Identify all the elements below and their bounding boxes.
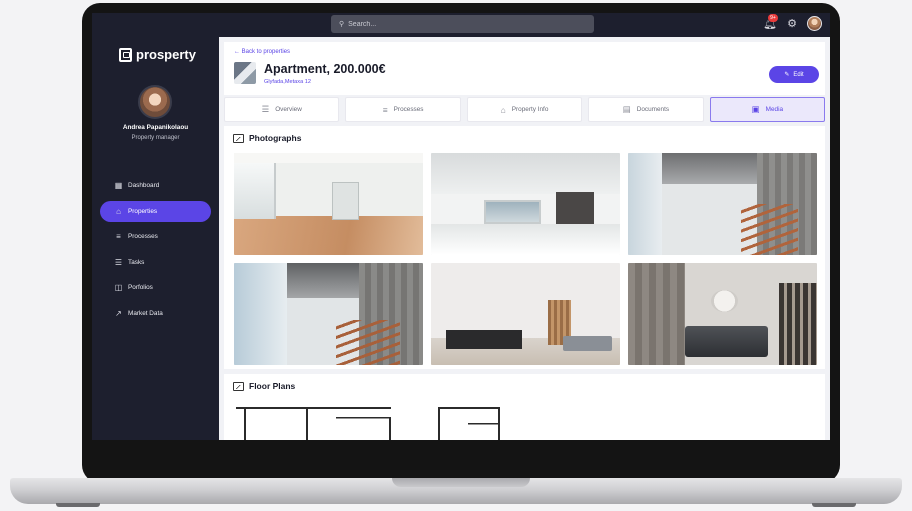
- home-icon: ⌂: [116, 206, 121, 216]
- tab-documents[interactable]: ▤ Documents: [588, 97, 704, 122]
- avatar[interactable]: [807, 16, 822, 31]
- section-title: Photographs: [233, 133, 301, 143]
- page-title: Apartment, 200.000€: [264, 62, 386, 76]
- photographs-title: Photographs: [249, 133, 302, 143]
- property-tabs: ☰ Overview ≡ Processes ⌂ Property Info ▤…: [224, 97, 826, 122]
- tab-processes[interactable]: ≡ Processes: [345, 97, 461, 122]
- sidebar-item-processes[interactable]: ≡ Processes: [100, 226, 211, 247]
- house-icon: ⌂: [500, 104, 506, 115]
- tab-label: Overview: [275, 106, 302, 113]
- back-link-label: Back to properties: [241, 49, 291, 55]
- pencil-icon: ✎: [784, 72, 790, 78]
- property-photo[interactable]: [431, 153, 620, 255]
- grid-icon: ▦: [114, 181, 123, 190]
- sidebar-item-market-data[interactable]: ↗ Market Data: [100, 303, 211, 324]
- profile-name: Andrea Papanikolaou: [122, 124, 189, 131]
- search-icon: ⚲: [339, 21, 345, 28]
- tab-label: Documents: [636, 106, 670, 113]
- tab-media[interactable]: ▣ Media: [709, 97, 826, 122]
- property-photo[interactable]: [628, 263, 817, 365]
- property-photo[interactable]: [234, 263, 423, 365]
- profile-role: Property manager: [131, 135, 180, 141]
- arrow-left-icon: ←: [234, 49, 240, 55]
- sidebar-item-label: Properties: [128, 207, 158, 215]
- floor-plans-title: Floor Plans: [249, 381, 296, 391]
- sidebar-nav: ▦ Dashboard ⌂ Properties ≡ Processes ☰ T…: [100, 175, 211, 328]
- list-icon: ☰: [261, 104, 270, 114]
- sidebar-item-label: Processes: [128, 233, 158, 240]
- tab-label: Property Info: [511, 106, 549, 113]
- sidebar-item-label: Porfolios: [128, 284, 153, 291]
- sidebar: prosperty Andrea Papanikolaou Property m…: [92, 37, 219, 440]
- floor-plan-icon: [233, 381, 244, 391]
- image-icon: [233, 133, 244, 143]
- tab-overview[interactable]: ☰ Overview: [224, 97, 340, 122]
- property-header: ← Back to properties Apartment, 200.000€…: [224, 42, 825, 95]
- tab-property-info[interactable]: ⌂ Property Info: [466, 97, 583, 122]
- edit-button-label: Edit: [793, 71, 804, 78]
- section-title: Floor Plans: [233, 381, 295, 391]
- floor-plan-image[interactable]: [236, 407, 391, 440]
- processes-icon: ≡: [116, 232, 121, 241]
- edit-button[interactable]: ✎ Edit: [769, 66, 819, 83]
- tab-label: Processes: [393, 106, 424, 113]
- notification-badge: 9+: [768, 14, 778, 22]
- gear-icon[interactable]: ⚙: [787, 17, 797, 30]
- property-photo[interactable]: [431, 263, 620, 365]
- photographs-section: Photographs: [224, 126, 825, 369]
- brand-name: prosperty: [136, 47, 196, 62]
- document-icon: ▤: [622, 104, 631, 114]
- sidebar-item-portfolios[interactable]: ◫ Porfolios: [100, 277, 211, 298]
- property-photo[interactable]: [628, 153, 817, 255]
- property-thumbnail: [234, 62, 256, 84]
- top-bar: ⚲ 🔔︎ 9+ ⚙: [92, 13, 830, 37]
- notifications-button[interactable]: 🔔︎ 9+: [763, 14, 778, 30]
- list-icon: ☰: [114, 257, 123, 267]
- sidebar-item-label: Dashboard: [128, 182, 160, 189]
- portfolio-icon: ◫: [114, 283, 123, 292]
- floor-plan-image[interactable]: [438, 407, 500, 440]
- back-link[interactable]: ← Back to properties: [234, 49, 290, 55]
- laptop-foot: [812, 503, 856, 507]
- search-box[interactable]: ⚲: [331, 15, 594, 33]
- property-photo[interactable]: [234, 153, 423, 255]
- laptop-notch: [392, 478, 530, 487]
- floor-plans-section: Floor Plans: [224, 374, 825, 440]
- sidebar-item-properties[interactable]: ⌂ Properties: [100, 200, 211, 222]
- laptop-foot: [56, 503, 100, 507]
- processes-icon: ≡: [382, 104, 388, 115]
- profile-avatar: [138, 85, 172, 119]
- sidebar-item-label: Market Data: [128, 309, 163, 317]
- top-icons: 🔔︎ 9+ ⚙: [763, 14, 822, 31]
- sidebar-item-dashboard[interactable]: ▦ Dashboard: [100, 175, 211, 196]
- property-address: Glyfada,Metaxa 12: [264, 79, 311, 85]
- tab-label: Media: [765, 106, 784, 113]
- trend-icon: ↗: [115, 308, 122, 318]
- logo-icon: [119, 47, 132, 62]
- main-content: ← Back to properties Apartment, 200.000€…: [219, 37, 830, 440]
- brand-logo[interactable]: prosperty: [119, 47, 196, 62]
- image-icon: ▣: [751, 104, 760, 114]
- photo-grid: [234, 153, 817, 365]
- app-screen: ⚲ 🔔︎ 9+ ⚙ prosperty Andrea Papanikolaou …: [92, 13, 830, 440]
- sidebar-item-tasks[interactable]: ☰ Tasks: [100, 252, 211, 273]
- search-input[interactable]: [348, 20, 569, 28]
- sidebar-item-label: Tasks: [128, 258, 145, 266]
